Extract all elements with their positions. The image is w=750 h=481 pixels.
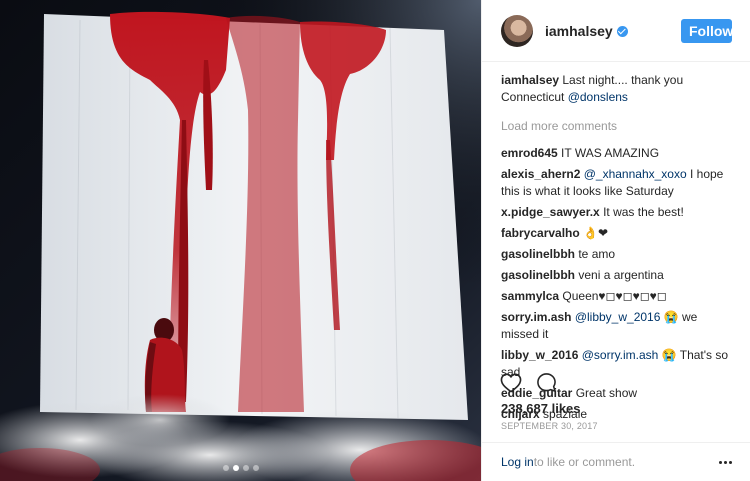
comment-username[interactable]: emrod645: [501, 146, 558, 160]
comment-username[interactable]: libby_w_2016: [501, 348, 578, 362]
comment-icon[interactable]: [536, 372, 557, 398]
comment-mention[interactable]: @libby_w_2016: [571, 310, 661, 324]
verified-badge-icon: [616, 25, 628, 37]
comment-mention[interactable]: @_xhannahx_xoxo: [580, 167, 687, 181]
caption-username[interactable]: iamhalsey: [501, 73, 559, 87]
post-photo[interactable]: [0, 0, 481, 481]
comment-item: gasolinelbbh te amo: [501, 246, 732, 263]
username-text[interactable]: iamhalsey: [545, 23, 613, 39]
load-more-comments-link[interactable]: Load more comments: [501, 118, 732, 135]
comment-username[interactable]: gasolinelbbh: [501, 268, 575, 282]
heart-icon[interactable]: [500, 373, 522, 398]
likes-count[interactable]: 238,687 likes: [501, 401, 581, 416]
comment-item: sorry.im.ash @libby_w_2016 😭 we missed i…: [501, 309, 732, 343]
post-header: iamhalsey Follow: [482, 0, 750, 62]
concert-image: [0, 0, 481, 481]
header-username[interactable]: iamhalsey: [545, 23, 628, 39]
comment-mention[interactable]: @sorry.im.ash: [578, 348, 659, 362]
comment-username[interactable]: sammylca: [501, 289, 559, 303]
login-prompt-text: to like or comment.: [533, 455, 636, 469]
comment-text: Great show: [572, 386, 638, 400]
comment-text: te amo: [575, 247, 616, 261]
comment-item: x.pidge_sawyer.x It was the best!: [501, 204, 732, 221]
comment-username[interactable]: fabrycarvalho: [501, 226, 580, 240]
comment-text: veni a argentina: [575, 268, 664, 282]
carousel-dot[interactable]: [242, 465, 249, 471]
comment-username[interactable]: sorry.im.ash: [501, 310, 571, 324]
action-bar: [500, 372, 557, 398]
comment-username[interactable]: gasolinelbbh: [501, 247, 575, 261]
carousel-dot[interactable]: [222, 465, 229, 471]
post-sidebar: iamhalsey Follow iamhalsey Last night...…: [481, 0, 750, 481]
comment-item: gasolinelbbh veni a argentina: [501, 267, 732, 284]
carousel-dot[interactable]: [252, 465, 259, 471]
more-options-icon[interactable]: [719, 460, 732, 464]
caption-mention[interactable]: @donslens: [568, 90, 628, 104]
carousel-dot[interactable]: [232, 465, 239, 471]
post-date[interactable]: SEPTEMBER 30, 2017: [501, 421, 598, 431]
comment-text: 👌❤: [579, 226, 609, 240]
carousel-indicator[interactable]: [0, 465, 481, 471]
comments-section: iamhalsey Last night.... thank you Conne…: [482, 62, 750, 423]
comment-item: emrod645 IT WAS AMAZING: [501, 145, 732, 162]
comment-username[interactable]: alexis_ahern2: [501, 167, 580, 181]
caption: iamhalsey Last night.... thank you Conne…: [501, 72, 732, 106]
comment-text: It was the best!: [599, 205, 684, 219]
comment-item: sammylca Queen♥◻♥◻♥◻♥◻: [501, 288, 732, 305]
comment-username[interactable]: x.pidge_sawyer.x: [501, 205, 600, 219]
comment-text: Queen♥◻♥◻♥◻♥◻: [559, 289, 667, 303]
comment-item: fabrycarvalho 👌❤: [501, 225, 732, 242]
avatar[interactable]: [501, 14, 533, 47]
comment-text: IT WAS AMAZING: [557, 146, 660, 160]
follow-button[interactable]: Follow: [681, 18, 733, 43]
comment-item: alexis_ahern2 @_xhannahx_xoxo I hope thi…: [501, 166, 732, 200]
login-link[interactable]: Log in: [501, 455, 534, 469]
login-footer: Log in to like or comment.: [482, 442, 750, 481]
